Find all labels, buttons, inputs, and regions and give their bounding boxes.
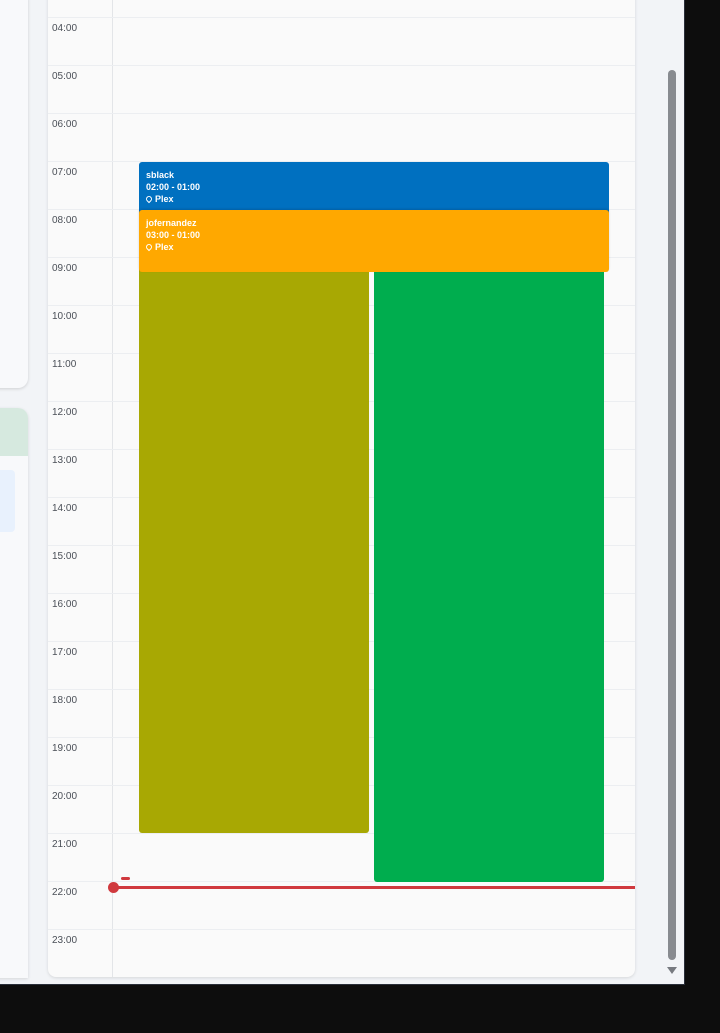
- vertical-scrollbar[interactable]: [664, 0, 680, 984]
- event-time: 02:00 - 01:00: [146, 182, 201, 192]
- current-time-marker: [121, 877, 130, 880]
- event-block-green[interactable]: [374, 260, 604, 882]
- hour-label: 21:00: [52, 839, 78, 850]
- hour-label: 04:00: [52, 23, 78, 34]
- current-time-line: [113, 886, 635, 889]
- event-jofernandez[interactable]: jofernandez 03:00 - 01:00 Plex: [139, 210, 609, 272]
- hour-label: 17:00: [52, 647, 78, 658]
- hour-label: 14:00: [52, 503, 78, 514]
- hour-label: 20:00: [52, 791, 78, 802]
- hour-label: 11:00: [52, 359, 77, 370]
- sidebar-panel-bottom: [0, 408, 28, 978]
- hour-line: [48, 65, 635, 66]
- current-time-dot: [108, 882, 119, 893]
- hour-label: 05:00: [52, 71, 78, 82]
- day-calendar-view[interactable]: 04:00 05:00 06:00 07:00 08:00 09:00 10:0…: [48, 0, 635, 977]
- scroll-down-arrow-icon[interactable]: [667, 967, 677, 974]
- location-pin-icon: [144, 194, 154, 204]
- hour-line: [48, 929, 635, 930]
- sidebar-panel-header: [0, 408, 28, 456]
- hour-label: 06:00: [52, 119, 78, 130]
- hour-label: 07:00: [52, 167, 78, 178]
- event-location: Plex: [144, 193, 602, 205]
- hour-label: 10:00: [52, 311, 78, 322]
- hour-label: 15:00: [52, 551, 78, 562]
- event-block-olive[interactable]: [139, 260, 369, 833]
- hour-label: 13:00: [52, 455, 78, 466]
- hour-label: 12:00: [52, 407, 78, 418]
- app-viewport: 04:00 05:00 06:00 07:00 08:00 09:00 10:0…: [0, 0, 685, 985]
- hour-label: 22:00: [52, 887, 78, 898]
- event-title: jofernandez: [146, 218, 197, 228]
- hour-label: 16:00: [52, 599, 78, 610]
- location-pin-icon: [144, 242, 154, 252]
- scrollbar-thumb[interactable]: [668, 70, 676, 960]
- event-location-label: Plex: [155, 194, 174, 204]
- sidebar-panel-top: [0, 0, 28, 388]
- event-time: 03:00 - 01:00: [146, 230, 201, 240]
- hour-label: 23:00: [52, 935, 78, 946]
- hour-line: [48, 17, 635, 18]
- event-location-label: Plex: [155, 242, 174, 252]
- hour-label: 08:00: [52, 215, 78, 226]
- hour-label: 18:00: [52, 695, 78, 706]
- hour-line: [48, 113, 635, 114]
- hour-label: 19:00: [52, 743, 78, 754]
- hour-label: 09:00: [52, 263, 78, 274]
- sidebar-panel-item[interactable]: [0, 470, 15, 532]
- event-title: sblack: [146, 170, 175, 180]
- event-location: Plex: [144, 241, 602, 253]
- time-gutter: [48, 0, 113, 977]
